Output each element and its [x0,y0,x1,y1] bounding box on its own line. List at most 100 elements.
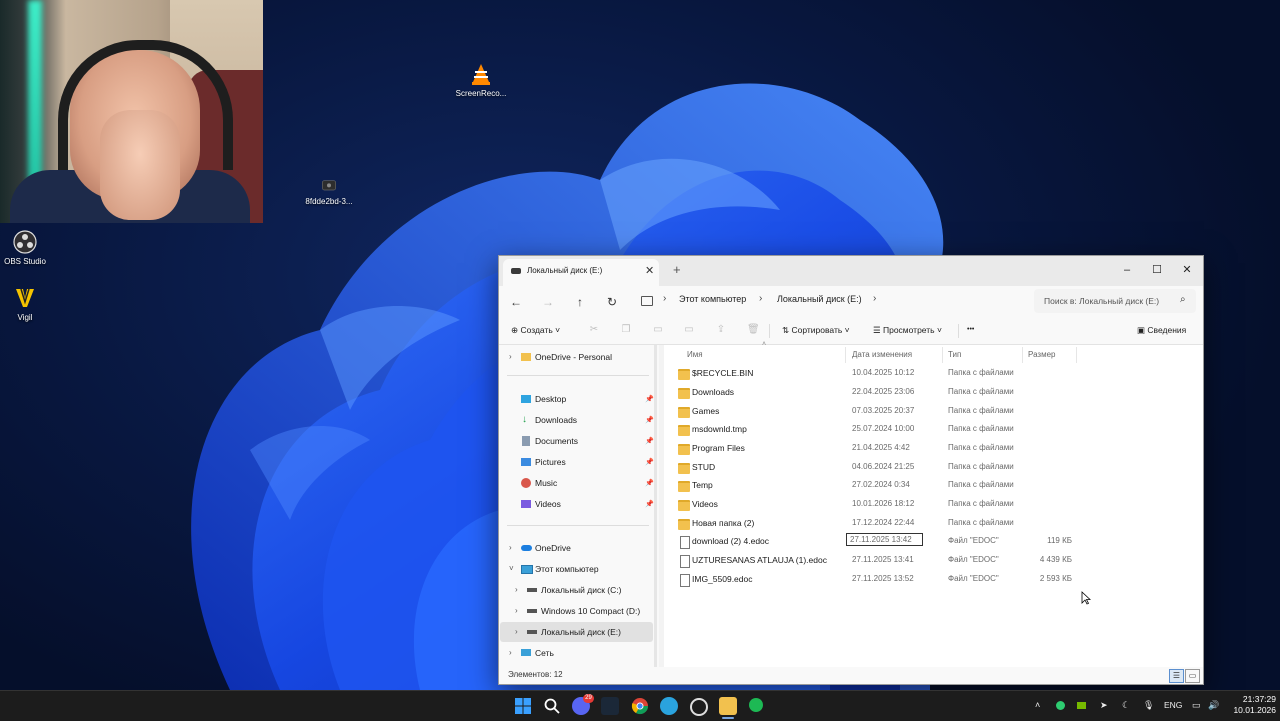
forward-button[interactable]: → [538,292,558,312]
pin-icon[interactable]: 📌 [645,500,654,508]
view-button[interactable]: ☰ Просмотреть ˅ [873,325,942,336]
column-header-name[interactable]: Имя [687,350,703,359]
nav-documents[interactable]: Documents [521,436,578,446]
nvidia-icon[interactable] [1077,702,1086,709]
spotify-icon[interactable] [749,698,763,712]
refresh-button[interactable]: ↻ [602,292,622,312]
nav-pictures[interactable]: Pictures [521,457,566,467]
pin-icon[interactable]: 📌 [645,416,654,424]
pin-icon[interactable]: 📌 [645,395,654,403]
minimize-button[interactable]: – [1112,260,1142,280]
tray-app-icon[interactable] [1056,701,1065,710]
nav-scrollbar[interactable] [654,345,657,667]
chevron-right-icon[interactable]: › [515,627,518,636]
table-row[interactable]: Downloads 22.04.2025 23:06 Папка с файла… [664,384,1203,402]
up-button[interactable]: ↑ [570,292,590,312]
table-row[interactable]: $RECYCLE.BIN 10.04.2025 10:12 Папка с фа… [664,365,1203,383]
table-row[interactable]: IMG_5509.edoc 27.11.2025 13:52 Файл "EDO… [664,571,1203,589]
tab-close-icon[interactable]: ✕ [645,264,654,277]
volume-icon[interactable]: 🔊 [1208,700,1219,711]
pin-icon[interactable]: 📌 [645,437,654,445]
table-row[interactable]: UZTURESANAS ATLAUJA (1).edoc 27.11.2025 … [664,552,1203,570]
search-icon[interactable] [543,697,561,715]
nav-drive-c[interactable]: › Локальный диск (C:) [515,585,621,595]
telegram-icon[interactable] [660,697,678,715]
tab-local-disk-e[interactable]: Локальный диск (E:) ✕ [503,259,659,286]
table-row[interactable]: Temp 27.02.2024 0:34 Папка с файлами [664,477,1203,495]
nav-onedrive[interactable]: › OneDrive [509,543,571,553]
close-button[interactable]: ✕ [1172,260,1202,280]
table-row[interactable]: Program Files 21.04.2025 4:42 Папка с фа… [664,440,1203,458]
nav-downloads[interactable]: ↓ Downloads [521,414,577,425]
desktop-icon-label: 8fdde2bd-3... [305,197,353,206]
rename-icon[interactable]: ▭ [683,324,695,336]
nav-desktop[interactable]: Desktop [521,394,566,404]
chevron-right-icon[interactable]: › [515,606,518,615]
system-clock[interactable]: 21:37:29 10.01.2026 [1226,694,1276,716]
details-view-button[interactable]: ☰ [1169,669,1184,683]
chevron-up-icon[interactable]: ˄ [1035,700,1040,710]
desktop-icon-screenrecorder[interactable]: ScreenReco... [446,62,516,98]
network-icon[interactable]: ▭ [1192,700,1201,711]
chevron-right-icon[interactable]: › [509,352,512,361]
column-divider[interactable] [1076,347,1077,363]
desktop-icon-obs[interactable]: OBS Studio [0,230,60,266]
settings-icon[interactable] [690,698,708,716]
nav-drive-e[interactable]: › Локальный диск (E:) [515,627,621,637]
nav-this-pc[interactable]: ˅ Этот компьютер [509,564,599,574]
file-explorer-icon[interactable] [719,697,737,715]
nav-drive-d[interactable]: › Windows 10 Compact (D:) [515,606,640,616]
discord-icon[interactable]: 29 [572,694,594,715]
more-options-button[interactable]: ••• [967,326,974,333]
address-field[interactable]: › Этот компьютер › Локальный диск (E:) › [635,288,1027,314]
details-button[interactable]: ▣ Сведения [1137,325,1186,336]
delete-icon[interactable]: 🗑 [747,324,760,336]
table-row[interactable]: Games 07.03.2025 20:37 Папка с файлами [664,403,1203,421]
column-divider[interactable] [845,347,846,363]
nav-network[interactable]: › Сеть [509,648,554,658]
column-header-date[interactable]: Дата изменения [852,350,912,359]
tiles-view-button[interactable]: ▭ [1185,669,1200,683]
desktop-icon-8fdde2bd[interactable]: 8fdde2bd-3... [294,178,364,206]
chevron-down-icon[interactable]: ˅ [509,564,514,573]
table-row[interactable]: STUD 04.06.2024 21:25 Папка с файлами [664,459,1203,477]
nav-videos[interactable]: Videos [521,499,561,509]
cut-icon[interactable]: ✂ [588,324,600,336]
steam-tray-icon[interactable]: ☾ [1122,700,1130,711]
microphone-icon[interactable]: 🎙 [1143,700,1154,711]
column-divider[interactable] [1022,347,1023,363]
create-button[interactable]: ⊕ Создать ˅ [511,325,560,336]
nav-onedrive-personal[interactable]: › OneDrive - Personal [509,352,612,362]
table-row[interactable]: Videos 10.01.2026 18:12 Папка с файлами [664,496,1203,514]
new-tab-button[interactable]: + [673,262,681,277]
pin-icon[interactable]: 📌 [645,458,654,466]
language-indicator[interactable]: ENG [1164,700,1182,710]
windows-start-icon[interactable] [514,697,532,715]
nav-music[interactable]: Music [521,478,557,488]
chevron-right-icon[interactable]: › [515,585,518,594]
sort-button[interactable]: ⇅ Сортировать ˅ [782,325,850,336]
copy-icon[interactable]: ❐ [620,324,632,336]
paste-icon[interactable]: ▭ [652,324,664,336]
steam-icon[interactable] [601,697,619,715]
breadcrumb-drive-e[interactable]: Локальный диск (E:) [777,294,862,304]
pin-icon[interactable]: 📌 [645,479,654,487]
breadcrumb-this-pc[interactable]: Этот компьютер [679,294,746,304]
table-row[interactable]: msdownld.tmp 25.07.2024 10:00 Папка с фа… [664,421,1203,439]
table-row[interactable]: Новая папка (2) 17.12.2024 22:44 Папка с… [664,515,1203,533]
share-icon[interactable]: ⇪ [715,324,727,336]
maximize-button[interactable]: ☐ [1142,260,1172,280]
column-divider[interactable] [942,347,943,363]
chevron-right-icon[interactable]: › [509,543,512,552]
telegram-tray-icon[interactable]: ➤ [1100,700,1108,711]
folder-icon [678,463,690,474]
table-row[interactable]: download (2) 4.edoc 27.11.2025 13:42 Фай… [664,533,1203,551]
back-button[interactable]: ← [506,292,526,312]
sort-up-icon: ˄ [762,341,767,348]
column-header-size[interactable]: Размер [1028,350,1056,359]
chevron-right-icon[interactable]: › [509,648,512,657]
desktop-icon-vigil[interactable]: Vigil [0,286,60,322]
chrome-icon[interactable] [631,697,649,715]
search-input[interactable]: Поиск в: Локальный диск (E:) ⌕ [1034,289,1196,313]
column-header-type[interactable]: Тип [948,350,961,359]
